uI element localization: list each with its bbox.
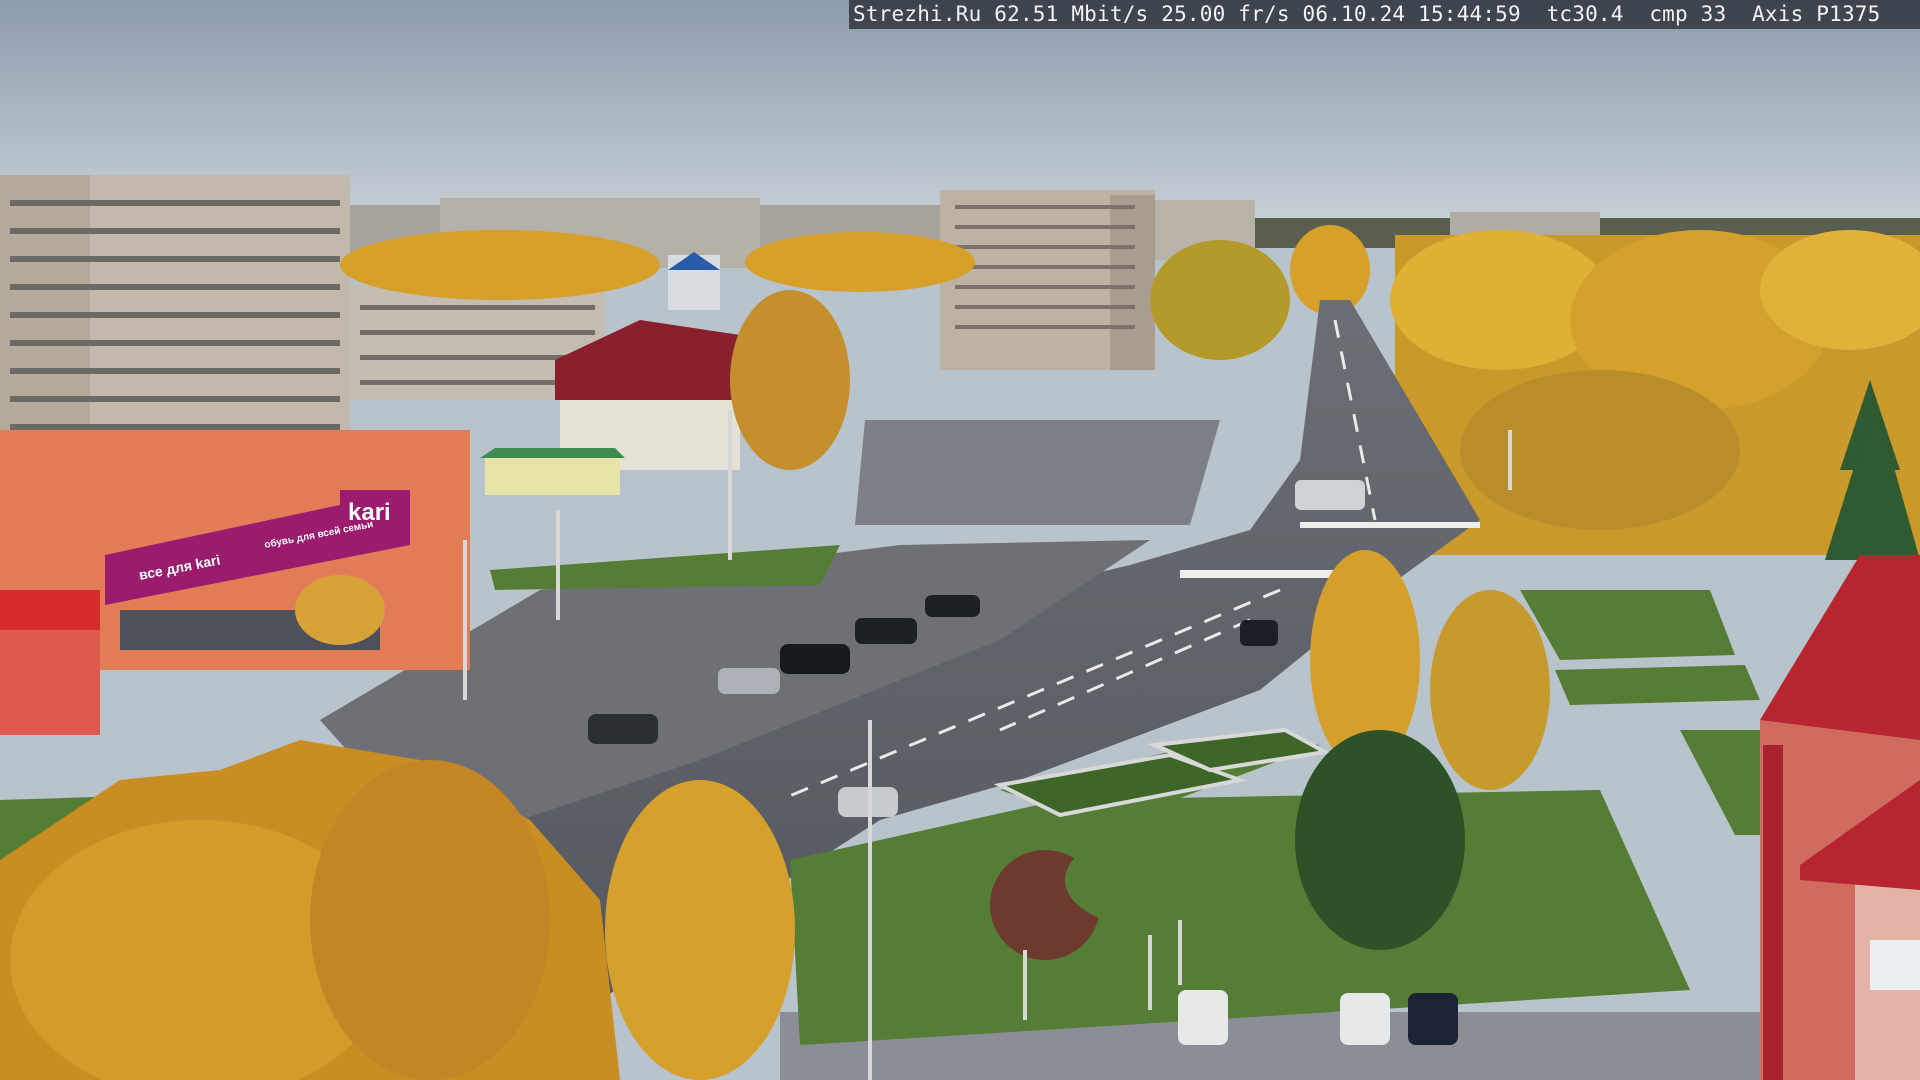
- camera-model-label: Axis P1375: [1752, 2, 1881, 26]
- webcam-scene: kari все для kari обувь для всей семьи: [0, 0, 1920, 1080]
- camera-info-overlay: Strezhi.Ru 62.51 Mbit/s 25.00 fr/s 06.10…: [849, 0, 1920, 29]
- tc-label: tc30.4: [1546, 2, 1624, 26]
- site-label: Strezhi.Ru: [853, 2, 982, 26]
- bitrate-label: 62.51 Mbit/s: [994, 2, 1149, 26]
- framerate-label: 25.00 fr/s: [1161, 2, 1290, 26]
- right-building: [1760, 555, 1920, 1080]
- kiosk: [480, 448, 625, 495]
- timestamp-label: 06.10.24 15:44:59: [1302, 2, 1521, 26]
- pedestrian-square: [855, 420, 1220, 525]
- cmp-label: cmp 33: [1649, 2, 1727, 26]
